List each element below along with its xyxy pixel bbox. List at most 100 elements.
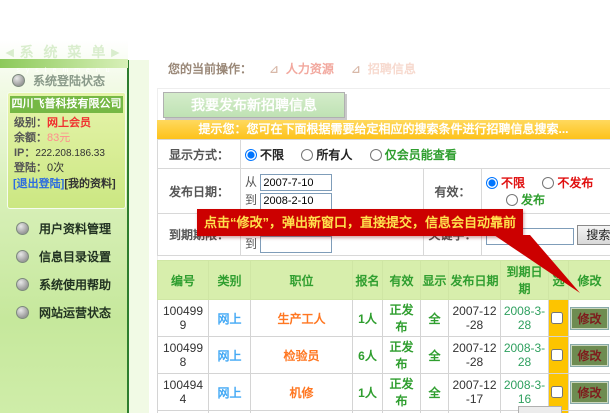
sidebar-subtitle-bar: s y s t e m m e n u: [0, 59, 128, 68]
balance-value: 83元: [47, 132, 70, 144]
cell-modify: 修改: [569, 300, 610, 337]
expire-to-input[interactable]: [260, 236, 332, 253]
cell-expire-date: 2008-3-28: [501, 337, 549, 374]
nav-link-hr[interactable]: 人力资源: [286, 62, 334, 76]
cell-position[interactable]: 机修: [251, 374, 353, 411]
logins-value: 0次: [47, 162, 64, 174]
table-header-cell: 类别: [209, 261, 251, 300]
company-name: 四川飞普科技有限公司: [10, 96, 123, 113]
display-unlimited-radio[interactable]: [245, 149, 257, 161]
publish-date-range: 从 到: [241, 169, 424, 214]
cell-select: [549, 374, 569, 411]
ip-value: 222.208.186.33: [35, 148, 105, 159]
table-body: 1004999 网上 生产工人 1人 正发布 全 2007-12-28 2008…: [158, 300, 610, 413]
level-value: 网上会员: [47, 117, 91, 129]
balance-row: 余额：83元: [8, 131, 125, 146]
cell-display: 全: [421, 374, 449, 411]
cell-expire-date: 2008-3-28: [501, 300, 549, 337]
balance-label: 余额：: [14, 132, 47, 144]
logins-row: 登陆：0次: [8, 161, 125, 176]
valid-unlimited-label: 不限: [501, 176, 525, 190]
modify-button[interactable]: 修改: [571, 308, 607, 329]
row-checkbox[interactable]: [551, 312, 563, 324]
cell-id: 1004944: [158, 374, 209, 411]
status-orb-icon: [12, 74, 25, 87]
sidebar-menu-item[interactable]: 用户资料管理: [0, 214, 128, 242]
valid-unpublished-label: 不发布: [557, 176, 593, 190]
nav-link-jobs[interactable]: 招聘信息: [368, 62, 416, 76]
valid-unpublished-radio[interactable]: [542, 177, 554, 189]
cell-select: [549, 300, 569, 337]
cell-position[interactable]: 生产工人: [251, 300, 353, 337]
cell-publish-date: 2007-12-17: [449, 374, 501, 411]
modify-button[interactable]: 修改: [571, 345, 607, 366]
sidebar-menu-item-label: 系统使用帮助: [39, 276, 111, 293]
display-unlimited-label: 不限: [260, 148, 284, 162]
cell-publish-date: 2007-12-28: [449, 337, 501, 374]
menu-bullet-icon: [16, 250, 29, 263]
new-post-button[interactable]: 我要发布新招聘信息: [163, 92, 345, 118]
cell-valid: 正发布: [383, 337, 421, 374]
cell-category: 网上: [209, 374, 251, 411]
cell-position[interactable]: 检验员: [251, 337, 353, 374]
cell-category: 网上: [209, 337, 251, 374]
display-everyone-label: 所有人: [316, 148, 352, 162]
login-status-label: 系统登陆状态: [33, 72, 105, 89]
sidebar-menu-item-label: 信息目录设置: [39, 248, 111, 265]
hint-bar: 提示您：您可在下面根据需要给定相应的搜索条件进行招聘信息搜索...: [157, 120, 610, 139]
valid-published-radio[interactable]: [506, 194, 518, 206]
current-action-label: 您的当前操作：: [168, 62, 252, 76]
valid-label: 有效：: [424, 169, 482, 214]
to-label: 到: [245, 193, 257, 207]
level-row: 级别：网上会员: [8, 116, 125, 131]
logout-link[interactable]: [退出登陆]: [13, 178, 64, 190]
menu-bullet-icon: [16, 278, 29, 291]
login-status-row: 系统登陆状态: [12, 72, 105, 89]
cell-valid: 正发布: [383, 374, 421, 411]
valid-unlimited-radio[interactable]: [486, 177, 498, 189]
table-row: 1004944 网上 机修 1人 正发布 全 2007-12-17 2008-3…: [158, 374, 610, 411]
cell-id: 1004998: [158, 337, 209, 374]
display-everyone-radio[interactable]: [301, 149, 313, 161]
cell-applicants: 1人: [353, 374, 383, 411]
level-label: 级别：: [14, 117, 47, 129]
sidebar-gutter: [129, 60, 149, 413]
table-row: 1004998 网上 检验员 6人 正发布 全 2007-12-28 2008-…: [158, 337, 610, 374]
table-header-cell: 编号: [158, 261, 209, 300]
cell-publish-date: 2007-12-28: [449, 300, 501, 337]
partial-cutoff-button[interactable]: [518, 406, 562, 413]
row-checkbox[interactable]: [551, 386, 563, 398]
table-header-cell: 职位: [251, 261, 353, 300]
cell-display: 全: [421, 337, 449, 374]
sidebar-menu-item-label: 网站运营状态: [39, 304, 111, 321]
display-members-radio[interactable]: [370, 149, 382, 161]
menu-bullet-icon: [16, 306, 29, 319]
ip-label: IP：: [14, 147, 35, 159]
to-label: 到: [245, 237, 257, 251]
publish-from-input[interactable]: [260, 174, 332, 191]
triangle-icon: ⊿: [351, 64, 360, 76]
publish-to-input[interactable]: [260, 193, 332, 210]
sidebar-menu-item[interactable]: 信息目录设置: [0, 242, 128, 270]
sidebar-menu: 用户资料管理 信息目录设置 系统使用帮助 网站运营状态: [0, 214, 128, 326]
sidebar-menu-item[interactable]: 系统使用帮助: [0, 270, 128, 298]
ip-row: IP：222.208.186.33: [8, 146, 125, 161]
modify-button[interactable]: 修改: [571, 382, 607, 403]
row-checkbox[interactable]: [551, 349, 563, 361]
cell-expire-date: 2008-3-16: [501, 374, 549, 411]
display-members-label: 仅会员能查看: [385, 148, 457, 162]
login-info-box: 四川飞普科技有限公司 级别：网上会员 余额：83元 IP：222.208.186…: [7, 92, 126, 209]
sidebar-menu-item[interactable]: 网站运营状态: [0, 298, 128, 326]
profile-link[interactable]: [我的资料]: [64, 178, 115, 190]
callout-arrow-icon: [480, 235, 590, 297]
table-row: 1004999 网上 生产工人 1人 正发布 全 2007-12-28 2008…: [158, 300, 610, 337]
cell-category: 网上: [209, 300, 251, 337]
logins-label: 登陆：: [14, 162, 47, 174]
from-label: 从: [245, 175, 257, 189]
callout-tooltip: 点击“修改”，弹出新窗口，直接提交，信息会自动靠前: [197, 209, 523, 236]
cell-display: 全: [421, 300, 449, 337]
valid-options: 不限 不发布 发布: [482, 169, 610, 214]
table-header-cell: 有效: [383, 261, 421, 300]
recruitment-admin-screen: ◄系 统 菜 单► s y s t e m m e n u 系统登陆状态 四川飞…: [0, 0, 610, 413]
cell-valid: 正发布: [383, 300, 421, 337]
